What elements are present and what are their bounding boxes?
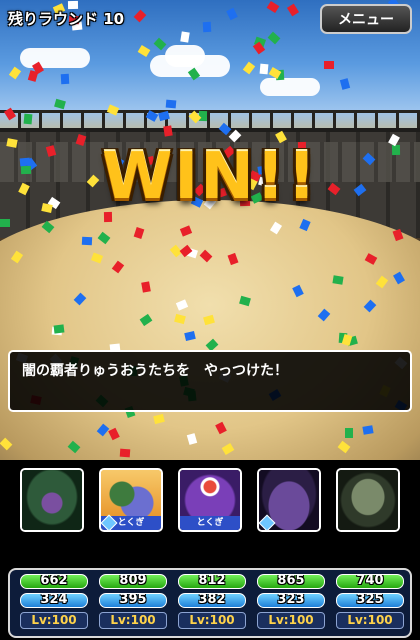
hp-value: 740 (356, 574, 384, 588)
portrait-horned-beast[interactable] (257, 468, 321, 532)
portrait-hooded-rogue[interactable] (20, 468, 84, 532)
party-stats-panel: 662 324 Lv:100 809 395 Lv:100 812 382 Lv… (8, 568, 412, 638)
confetti-piece (141, 281, 151, 293)
confetti-piece (332, 275, 344, 285)
level-label: Lv:100 (178, 612, 246, 629)
confetti-piece (153, 37, 167, 51)
mp-value: 382 (198, 593, 226, 607)
confetti-piece (226, 7, 238, 21)
stats-eye-demon: 812 382 Lv:100 (178, 574, 246, 629)
win-banner: WIN!! (101, 140, 319, 214)
level-label: Lv:100 (99, 612, 167, 629)
confetti-piece (324, 61, 334, 69)
confetti-piece (180, 31, 190, 43)
mp-value: 325 (356, 593, 384, 607)
hp-value: 865 (277, 574, 305, 588)
level-label: Lv:100 (257, 612, 325, 629)
confetti-piece (339, 78, 351, 90)
rounds-remaining: 残りラウンド 10 (8, 10, 125, 28)
hooded-rogue-art (22, 470, 82, 530)
cloud (165, 45, 205, 67)
hp-value: 812 (198, 574, 226, 588)
stats-skeleton-warrior: 740 325 Lv:100 (336, 574, 404, 629)
confetti-piece (8, 66, 22, 80)
portrait-eye-demon[interactable]: とくぎ (178, 468, 242, 532)
menu-button[interactable]: メニュー (320, 4, 412, 34)
stats-hooded-rogue: 662 324 Lv:100 (20, 574, 88, 629)
cloud (260, 78, 320, 96)
confetti-piece (286, 3, 300, 17)
hp-bar: 809 (99, 574, 167, 589)
mp-bar: 395 (99, 593, 167, 608)
hp-value: 809 (119, 574, 147, 588)
confetti-piece (133, 9, 147, 23)
party-area: とくぎ とくぎ 662 324 Lv:100 809 395 Lv:100 81… (0, 460, 420, 640)
level-label: Lv:100 (20, 612, 88, 629)
confetti-piece (266, 0, 280, 14)
mp-bar: 323 (257, 593, 325, 608)
confetti-piece (23, 113, 33, 125)
skeleton-warrior-art (338, 470, 398, 530)
confetti-piece (119, 448, 131, 458)
hp-bar: 812 (178, 574, 246, 589)
confetti-piece (362, 425, 374, 435)
confetti-piece (60, 73, 70, 85)
mp-value: 395 (119, 593, 147, 607)
confetti-piece (242, 61, 256, 75)
portrait-skeleton-warrior[interactable] (336, 468, 400, 532)
stats-dragon-rider: 809 395 Lv:100 (99, 574, 167, 629)
cloud (20, 48, 90, 68)
confetti-piece (137, 44, 151, 58)
confetti-piece (165, 99, 177, 109)
portrait-dragon-rider[interactable]: とくぎ (99, 468, 163, 532)
mp-bar: 324 (20, 593, 88, 608)
hp-bar: 865 (257, 574, 325, 589)
stats-horned-beast: 865 323 Lv:100 (257, 574, 325, 629)
hp-bar: 662 (20, 574, 88, 589)
message-text: 闇の覇者りゅうおうたちを やっつけた！ (22, 363, 288, 379)
confetti-piece (202, 21, 212, 33)
confetti-piece (345, 428, 353, 438)
confetti-piece (54, 98, 66, 110)
mp-bar: 325 (336, 593, 404, 608)
hp-bar: 740 (336, 574, 404, 589)
skill-tag: とくぎ (180, 516, 240, 530)
confetti-piece (163, 125, 173, 137)
confetti-piece (0, 219, 10, 227)
confetti-piece (259, 63, 269, 75)
level-label: Lv:100 (336, 612, 404, 629)
confetti-piece (27, 70, 39, 82)
message-box: 闇の覇者りゅうおうたちを やっつけた！ (8, 350, 412, 412)
hp-value: 662 (40, 574, 68, 588)
mp-value: 323 (277, 593, 305, 607)
confetti-piece (81, 236, 93, 246)
mp-value: 324 (40, 593, 68, 607)
confetti-piece (267, 31, 281, 45)
mp-bar: 382 (178, 593, 246, 608)
confetti-piece (53, 324, 65, 334)
